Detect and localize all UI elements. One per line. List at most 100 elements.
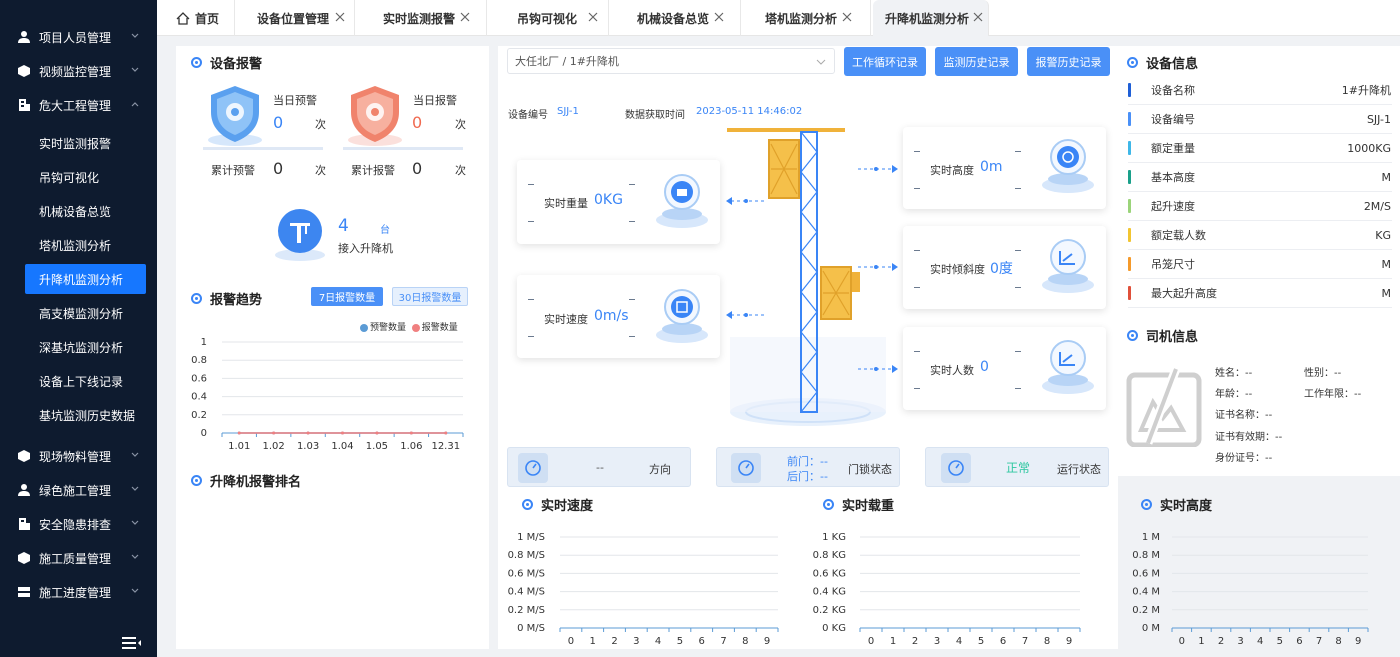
dash <box>914 388 920 389</box>
device-select[interactable]: 大任北厂 / 1#升降机 <box>507 48 835 74</box>
chevron-down-icon <box>131 67 139 72</box>
row-color-bar <box>1128 199 1131 213</box>
cycle-record-button[interactable]: 工作循环记录 <box>844 47 926 76</box>
close-icon[interactable] <box>973 12 983 22</box>
chevron-up-icon <box>131 102 139 107</box>
submenu-machine-overview[interactable]: 机械设备总览 <box>25 196 146 226</box>
y-tick-label: 0 M <box>1142 623 1160 634</box>
y-tick-label: 0.8 M/S <box>508 550 545 561</box>
tab-label: 机械设备总览 <box>637 11 710 26</box>
height-card: 实时高度 0m <box>903 127 1106 209</box>
submenu-realtime-alarm[interactable]: 实时监测报警 <box>25 128 146 158</box>
speed-chart-title: 实时速度 <box>522 495 593 514</box>
tab-home[interactable]: 首页 <box>169 0 235 36</box>
close-icon[interactable] <box>335 12 345 22</box>
tilt-label: 实时倾斜度 <box>930 263 985 276</box>
tab-label: 实时监测报警 <box>383 11 456 26</box>
driver-name: 姓名：-- <box>1215 368 1253 379</box>
x-tick-label: 0 <box>1179 636 1185 647</box>
x-tick-label: 2 <box>611 636 617 647</box>
tab-hook-visual[interactable]: 吊钩可视化 <box>487 0 609 36</box>
tab-30day[interactable]: 30日报警数量 <box>392 287 468 306</box>
info-key: 额定载人数 <box>1151 229 1206 242</box>
gauge-icon <box>941 453 971 483</box>
y-tick-label: 0.4 <box>191 392 207 403</box>
tab-device-location[interactable]: 设备位置管理 <box>235 0 355 36</box>
today-warning-value: 0 <box>273 113 284 132</box>
cube-icon <box>17 551 31 565</box>
connected-unit: 台 <box>380 225 390 236</box>
submenu-foundation-pit[interactable]: 深基坑监测分析 <box>25 332 146 362</box>
tilt-icon <box>1042 239 1094 293</box>
ring-icon <box>823 499 834 510</box>
info-value: M <box>1381 170 1392 184</box>
submenu-hook-visual[interactable]: 吊钩可视化 <box>25 162 146 192</box>
ranking-section-title: 升降机报警排名 <box>191 471 301 490</box>
y-tick-label: 0.4 M/S <box>508 587 545 598</box>
front-door-label: 前门： <box>787 455 820 468</box>
data-point <box>306 431 310 435</box>
dash <box>1015 287 1021 288</box>
tab-realtime-alarm[interactable]: 实时监测报警 <box>355 0 487 36</box>
front-door: 前门：-- <box>787 453 828 469</box>
run-value: 正常 <box>1006 461 1031 475</box>
menu-item-green[interactable]: 绿色施工管理 <box>0 476 157 504</box>
submenu-formwork[interactable]: 高支模监测分析 <box>25 298 146 328</box>
title-text: 实时载重 <box>842 499 895 514</box>
person-icon <box>17 483 31 497</box>
dash <box>528 221 534 222</box>
red-shield-icon <box>348 86 402 146</box>
monitor-history-button[interactable]: 监测历史记录 <box>935 47 1018 76</box>
info-row: 额定载人数 KG <box>1128 221 1392 250</box>
today-alarm-value: 0 <box>412 113 423 132</box>
menu-item-safety[interactable]: 安全隐患排查 <box>0 510 157 538</box>
submenu-tower-crane[interactable]: 塔机监测分析 <box>25 230 146 260</box>
close-icon[interactable] <box>714 12 724 22</box>
today-warning-label: 当日预警 <box>273 94 317 107</box>
collapse-menu-icon[interactable] <box>122 636 142 650</box>
tab-label: 塔机监测分析 <box>765 11 838 26</box>
submenu-online-record[interactable]: 设备上下线记录 <box>25 366 146 396</box>
tab-bar: 首页 设备位置管理 实时监测报警 吊钩可视化 机械设备总览 塔机监测分析 升降机… <box>157 0 1400 36</box>
y-tick-label: 0.2 M/S <box>508 605 545 616</box>
fetch-time-label: 数据获取时间 <box>625 110 685 121</box>
info-key: 设备编号 <box>1151 113 1195 126</box>
speed-chart: 1 M/S 0.8 M/S 0.6 M/S 0.4 M/S 0.2 M/S 0 M/S 0 1… <box>508 532 779 647</box>
dash <box>1015 188 1021 189</box>
tab-elevator-active[interactable]: 升降机监测分析 <box>873 0 989 36</box>
driver-section-title: 司机信息 <box>1127 326 1198 345</box>
tab-7day[interactable]: 7日报警数量 <box>311 287 383 306</box>
y-tick-label: 1 M/S <box>517 532 545 543</box>
speed-card: 实时速度 0m/s <box>517 275 720 358</box>
close-icon[interactable] <box>842 12 852 22</box>
menu-item-hazard[interactable]: 危大工程管理 <box>0 91 157 119</box>
title-text: 报警趋势 <box>210 293 263 308</box>
x-tick-label: 1.02 <box>263 441 285 452</box>
close-icon[interactable] <box>588 12 598 22</box>
tab-tower-crane[interactable]: 塔机监测分析 <box>741 0 871 36</box>
submenu-elevator-active[interactable]: 升降机监测分析 <box>25 264 146 294</box>
close-icon[interactable] <box>460 12 470 22</box>
menu-item-material[interactable]: 现场物料管理 <box>0 442 157 470</box>
dash <box>629 184 635 185</box>
menu-item-quality[interactable]: 施工质量管理 <box>0 544 157 572</box>
speed-value: 0m/s <box>594 308 629 324</box>
tab-machine-overview[interactable]: 机械设备总览 <box>609 0 741 36</box>
y-tick-label: 0 <box>201 428 207 439</box>
menu-label: 项目人员管理 <box>39 30 112 45</box>
info-row: 起升速度 2M/S <box>1128 192 1392 221</box>
y-tick-label: 0.6 <box>191 373 207 384</box>
info-row: 最大起升高度 M <box>1128 279 1392 308</box>
chevron-down-icon <box>131 33 139 38</box>
alarm-history-button[interactable]: 报警历史记录 <box>1027 47 1110 76</box>
menu-item-personnel[interactable]: 项目人员管理 <box>0 23 157 51</box>
x-tick-label: 6 <box>1000 636 1006 647</box>
submenu-pit-history[interactable]: 基坑监测历史数据 <box>25 400 146 430</box>
menu-item-progress[interactable]: 施工进度管理 <box>0 578 157 606</box>
dash <box>528 184 534 185</box>
tab-label: 吊钩可视化 <box>517 11 578 26</box>
select-value: 大任北厂 / 1#升降机 <box>515 55 619 68</box>
total-alarm-label: 累计报警 <box>351 164 395 177</box>
menu-item-video[interactable]: 视频监控管理 <box>0 57 157 85</box>
data-point <box>409 431 413 435</box>
